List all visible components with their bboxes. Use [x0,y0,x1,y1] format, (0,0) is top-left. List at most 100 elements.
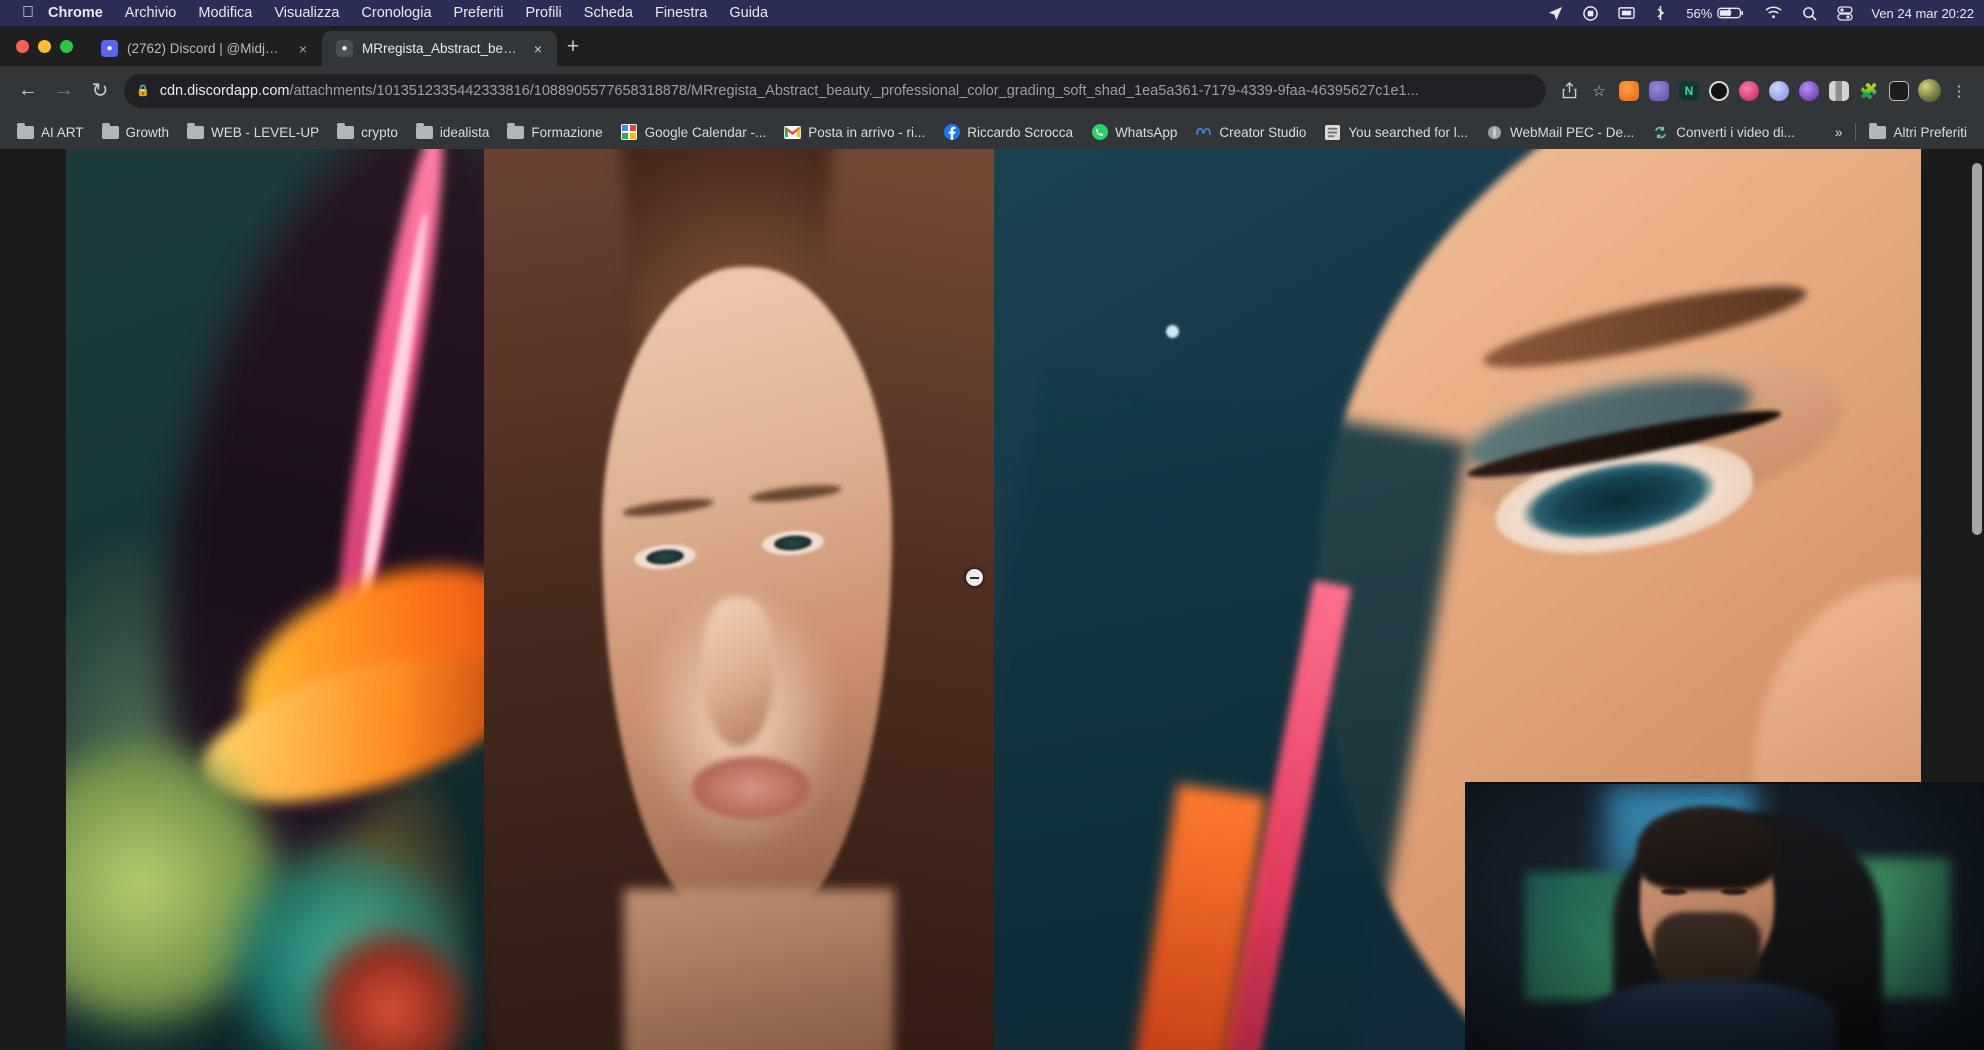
folder-icon [416,124,433,141]
menu-item-modifica[interactable]: Modifica [198,5,252,21]
bookmark-label: Creator Studio [1219,125,1306,140]
chrome-tab-strip: ● (2762) Discord | @Midjourney × ● MRreg… [0,26,1984,66]
tab-close-icon[interactable]: × [529,40,547,58]
bookmark-label: crypto [361,125,398,140]
menu-item-chrome[interactable]: Chrome [48,5,103,21]
battery-percent-label: 56% [1686,6,1712,21]
portrait-panel[interactable] [484,149,994,1050]
menu-item-cronologia[interactable]: Cronologia [361,5,431,21]
bookmark-formazione[interactable]: Formazione [498,121,611,144]
tab-image[interactable]: ● MRregista_Abstract_beauty_... × [322,31,557,66]
chrome-menu-icon[interactable]: ⋮ [1944,76,1974,106]
bookmark-label: Posta in arrivo - ri... [808,125,925,140]
tab-discord[interactable]: ● (2762) Discord | @Midjourney × [87,31,322,66]
minimize-button[interactable] [38,40,51,53]
profile-avatar[interactable] [1914,76,1944,106]
discord-icon: ● [101,40,118,57]
share-icon[interactable] [1554,76,1584,106]
bookmark-google-calendar[interactable]: Google Calendar -... [612,121,776,144]
apple-logo-icon[interactable]:  [22,5,34,21]
screen-record-icon[interactable] [1583,6,1598,21]
bookmark-label: Converti i video di... [1676,125,1795,140]
other-bookmarks-label: Altri Preferiti [1893,125,1967,140]
portrait-neck [624,889,894,1050]
bookmark-label: AI ART [41,125,84,140]
bookmark-gmail[interactable]: Posta in arrivo - ri... [775,121,934,144]
new-tab-button[interactable]: + [557,31,589,63]
close-button[interactable] [16,40,29,53]
menu-item-scheda[interactable]: Scheda [584,5,633,21]
extension-grid-icon[interactable] [1824,76,1854,106]
folder-icon [102,124,119,141]
url-path: /attachments/1013512335442333816/1088905… [289,83,1418,99]
menu-item-preferiti[interactable]: Preferiti [454,5,504,21]
maximize-button[interactable] [60,40,73,53]
bookmark-growth[interactable]: Growth [93,121,179,144]
menu-item-visualizza[interactable]: Visualizza [274,5,339,21]
bluetooth-icon[interactable] [1655,5,1666,21]
scrollbar-thumb[interactable] [1972,163,1982,535]
gmail-icon [784,124,801,141]
extension-puzzle-icon[interactable]: 🧩 [1854,76,1884,106]
extension-blue-icon[interactable] [1764,76,1794,106]
zoom-out-cursor [966,569,983,586]
menu-item-guida[interactable]: Guida [729,5,768,21]
url-text: cdn.discordapp.com/attachments/101351233… [160,83,1419,99]
folder-icon [337,124,354,141]
extension-violet-icon[interactable] [1794,76,1824,106]
forward-arrow-icon[interactable]: → [46,73,82,109]
menu-item-finestra[interactable]: Finestra [655,5,707,21]
abstract-hair-panel[interactable] [66,149,484,1050]
extension-reader-icon[interactable] [1884,76,1914,106]
folder-icon [507,124,524,141]
bookmark-star-icon[interactable]: ☆ [1584,76,1614,106]
google-calendar-icon [621,124,638,141]
control-center-icon[interactable] [1837,6,1853,21]
tab-close-icon[interactable]: × [294,40,312,58]
display-icon[interactable] [1618,6,1635,21]
extension-orange-icon[interactable] [1614,76,1644,106]
facebook-icon [943,124,960,141]
bookmark-converti-video[interactable]: Converti i video di... [1643,121,1804,144]
bookmark-other-folder[interactable]: Altri Preferiti [1860,121,1976,144]
bookmark-label: Formazione [531,125,602,140]
menubar-clock[interactable]: Ven 24 mar 20:22 [1871,6,1974,21]
folder-icon [187,124,204,141]
menu-item-archivio[interactable]: Archivio [125,5,177,21]
extension-dark-icon[interactable] [1704,76,1734,106]
bookmarks-bar: AI ART Growth WEB - LEVEL-UP crypto idea… [0,115,1984,149]
back-arrow-icon[interactable]: ← [10,73,46,109]
bookmarks-overflow-button[interactable]: » [1826,124,1852,140]
bookmark-web-level-up[interactable]: WEB - LEVEL-UP [178,121,328,144]
extension-notion-icon[interactable]: N [1674,76,1704,106]
battery-status[interactable]: 56% [1686,6,1745,21]
converter-icon [1652,124,1669,141]
tab-title: MRregista_Abstract_beauty_... [362,41,520,56]
bookmark-you-searched-for[interactable]: You searched for l... [1315,121,1477,144]
spotlight-search-icon[interactable] [1802,6,1817,21]
webmail-icon [1486,124,1503,141]
address-bar[interactable]: 🔒 cdn.discordapp.com/attachments/1013512… [124,74,1546,108]
bookmark-idealista[interactable]: idealista [407,121,499,144]
bookmark-facebook[interactable]: Riccardo Scrocca [934,121,1082,144]
folder-icon [17,124,34,141]
extension-purple-icon[interactable] [1644,76,1674,106]
wifi-icon[interactable] [1765,6,1782,20]
extension-pink-icon[interactable] [1734,76,1764,106]
bookmark-label: WebMail PEC - De... [1510,125,1634,140]
bookmark-whatsapp[interactable]: WhatsApp [1082,121,1186,144]
site-info-lock-icon[interactable]: 🔒 [136,84,150,97]
window-traffic-lights [0,40,87,66]
webcam-vignette [1465,784,1984,1050]
bookmark-creator-studio[interactable]: Creator Studio [1186,121,1315,144]
bookmark-label: idealista [440,125,490,140]
reload-icon[interactable]: ↻ [82,73,118,109]
bookmark-crypto[interactable]: crypto [328,121,407,144]
location-arrow-icon[interactable] [1548,6,1563,21]
folder-icon [1869,124,1886,141]
bookmark-webmail-pec[interactable]: WebMail PEC - De... [1477,121,1643,144]
webcam-overlay[interactable] [1465,782,1984,1050]
bookmark-ai-art[interactable]: AI ART [8,121,93,144]
menu-item-profili[interactable]: Profili [526,5,562,21]
bookmark-label: Google Calendar -... [645,125,767,140]
